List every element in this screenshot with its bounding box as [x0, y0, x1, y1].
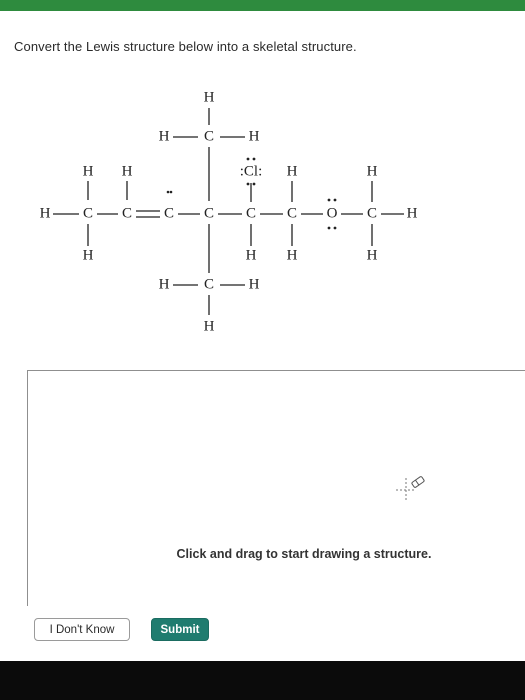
atom-h: H [249, 128, 260, 144]
atom-c: C [164, 205, 174, 221]
top-status-bar [0, 0, 525, 11]
atom-h: H [367, 163, 378, 179]
drawing-canvas[interactable]: Click and drag to start drawing a struct… [27, 370, 525, 606]
atom-c: C [122, 205, 132, 221]
atom-c: C [83, 205, 93, 221]
question-prompt: Convert the Lewis structure below into a… [14, 39, 357, 54]
atom-c: C [287, 205, 297, 221]
atom-h: H [407, 205, 418, 221]
atom-h: H [249, 276, 260, 292]
eraser-icon[interactable] [390, 474, 426, 504]
atom-h: H [204, 318, 215, 334]
atom-h: H [287, 163, 298, 179]
atom-c: C [204, 276, 214, 292]
submit-button[interactable]: Submit [151, 618, 209, 641]
atom-h: H [246, 247, 257, 263]
atom-c: C [204, 128, 214, 144]
atom-h: H [204, 89, 215, 105]
atom-c: C [367, 205, 377, 221]
oxygen-atom: O [327, 205, 338, 221]
atom-h: H [40, 205, 51, 221]
atom-h: H [159, 128, 170, 144]
atom-h: H [83, 247, 94, 263]
canvas-hint: Click and drag to start drawing a struct… [176, 547, 432, 561]
atom-h: H [159, 276, 170, 292]
atom-h: H [122, 163, 133, 179]
lewis-structure: H H C H H H :Cl: H H H C C C C C C O C H… [40, 89, 418, 334]
atom-c: C [204, 205, 214, 221]
dont-know-button[interactable]: I Don't Know [34, 618, 130, 641]
atom-h: H [367, 247, 378, 263]
atom-h: H [287, 247, 298, 263]
chlorine-atom: :Cl: [240, 163, 263, 179]
atom-h: H [83, 163, 94, 179]
atom-c: C [246, 205, 256, 221]
bottom-bar [0, 661, 525, 700]
